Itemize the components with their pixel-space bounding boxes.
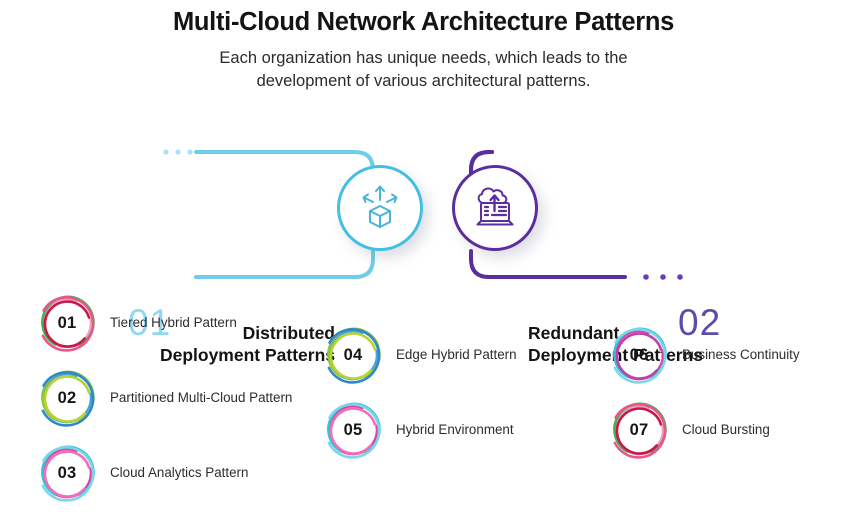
pattern-number: 01 <box>57 313 77 332</box>
subtitle-line-1: Each organization has unique needs, whic… <box>219 49 628 67</box>
page-title: Multi-Cloud Network Architecture Pattern… <box>172 8 675 36</box>
dot-left-2 <box>187 149 193 155</box>
node-circle-redundant[interactable] <box>452 165 538 251</box>
pattern-badge-01: 01 <box>36 292 98 354</box>
pattern-badge-05: 05 <box>322 399 384 461</box>
pattern-badge-03: 03 <box>36 442 98 504</box>
pattern-item[interactable]: 06 Business Continuity <box>608 324 843 399</box>
pattern-item[interactable]: 07 Cloud Bursting <box>608 399 843 474</box>
bracket-bottom-left <box>194 249 375 279</box>
dot-right-3 <box>677 274 683 280</box>
pattern-item[interactable]: 02 Partitioned Multi-Cloud Pattern <box>36 367 306 442</box>
pattern-label: Business Continuity <box>682 347 800 363</box>
dot-left-1 <box>175 149 181 155</box>
pattern-item[interactable]: 04 Edge Hybrid Pattern <box>322 324 592 399</box>
pattern-number: 06 <box>629 345 649 364</box>
dot-right-1 <box>643 274 649 280</box>
pattern-item[interactable]: 01 Tiered Hybrid Pattern <box>36 292 306 367</box>
dot-right-2 <box>660 274 666 280</box>
hero-diagram: 01 02 Distributed Deployment Patterns Re… <box>0 132 847 365</box>
pattern-badge-06: 06 <box>608 324 670 386</box>
pattern-list: 01 Tiered Hybrid Pattern 02 Partitioned Mul… <box>0 292 847 523</box>
pattern-label: Cloud Bursting <box>682 422 770 438</box>
node-circle-distributed[interactable] <box>337 165 423 251</box>
pattern-column-1: 01 Tiered Hybrid Pattern 02 Partitioned Mul… <box>36 292 306 517</box>
subtitle-line-2: development of various architectural pat… <box>256 72 591 91</box>
dot-left-3 <box>163 149 169 155</box>
bracket-top-left <box>194 150 375 180</box>
pattern-badge-02: 02 <box>36 367 98 429</box>
pattern-badge-07: 07 <box>608 399 670 461</box>
distributed-cube-arrows-icon <box>362 185 398 228</box>
laptop-cloud-upload-icon <box>476 187 514 226</box>
bracket-connectors <box>163 149 683 280</box>
pattern-number: 05 <box>343 420 363 439</box>
page-subtitle: Each organization has unique needs, whic… <box>0 47 847 94</box>
pattern-number: 04 <box>343 345 363 364</box>
pattern-label: Hybrid Environment <box>396 422 514 438</box>
header: Multi-Cloud Network Architecture Pattern… <box>0 0 847 94</box>
pattern-column-3: 06 Business Continuity 07 Cloud Bursting <box>608 324 843 474</box>
pattern-item[interactable]: 03 Cloud Analytics Pattern <box>36 442 306 517</box>
pattern-item[interactable]: 05 Hybrid Environment <box>322 399 592 474</box>
pattern-number: 07 <box>629 420 649 439</box>
pattern-number: 02 <box>57 388 77 407</box>
pattern-label: Edge Hybrid Pattern <box>396 347 517 363</box>
pattern-number: 03 <box>57 463 77 482</box>
pattern-label: Partitioned Multi-Cloud Pattern <box>110 390 293 406</box>
pattern-column-2: 04 Edge Hybrid Pattern 05 Hybrid Environmen… <box>322 324 592 474</box>
pattern-badge-04: 04 <box>322 324 384 386</box>
bracket-bottom-right <box>469 249 627 279</box>
pattern-label: Cloud Analytics Pattern <box>110 465 249 481</box>
pattern-label: Tiered Hybrid Pattern <box>110 315 237 331</box>
